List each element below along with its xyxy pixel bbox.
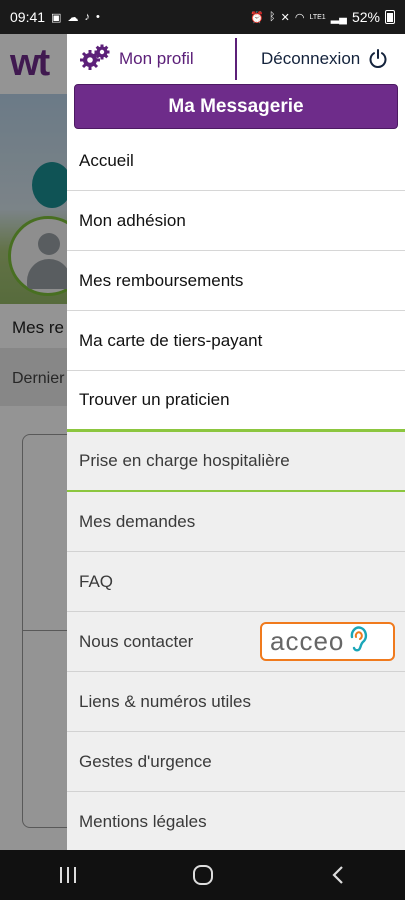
logout-button[interactable]: Déconnexion: [237, 34, 405, 84]
menu-item-label: Accueil: [79, 150, 134, 170]
menu-item-mes-remboursements[interactable]: Mes remboursements: [67, 251, 405, 311]
music-icon: ♪: [84, 11, 90, 23]
recent-apps-icon: [59, 867, 76, 883]
profile-label: Mon profil: [119, 49, 194, 68]
messagerie-button[interactable]: Ma Messagerie: [74, 84, 398, 129]
drawer-top-bar: Mon profil Déconnexion: [67, 34, 405, 84]
alarm-icon: ⏰: [250, 11, 265, 24]
menu-item-mon-adhesion[interactable]: Mon adhésion: [67, 191, 405, 251]
menu-item-label: Mon adhésion: [79, 210, 186, 230]
menu-item-label: Nous contacter: [79, 631, 194, 651]
back-button[interactable]: [308, 855, 368, 895]
acceo-label: acceo: [270, 626, 345, 656]
battery-icon: [385, 10, 395, 24]
mute-icon: ✕: [280, 11, 290, 24]
messagerie-label: Ma Messagerie: [168, 95, 304, 117]
secondary-menu: Prise en charge hospitalière Mes demande…: [67, 432, 405, 850]
dot-icon: •: [95, 11, 100, 23]
menu-item-mes-demandes[interactable]: Mes demandes: [67, 492, 405, 552]
menu-item-gestes-urgence[interactable]: Gestes d'urgence: [67, 732, 405, 792]
profile-link[interactable]: Mon profil: [67, 34, 235, 84]
home-button[interactable]: [173, 855, 233, 895]
system-nav-bar: [0, 850, 405, 900]
cloud-icon: ☁: [67, 11, 79, 24]
gallery-icon: ▣: [51, 11, 62, 24]
menu-item-faq[interactable]: FAQ: [67, 552, 405, 612]
menu-item-carte-tiers-payant[interactable]: Ma carte de tiers-payant: [67, 311, 405, 371]
menu-item-label: Liens & numéros utiles: [79, 691, 251, 711]
menu-item-nous-contacter[interactable]: Nous contacter acceo: [67, 612, 405, 672]
menu-item-mentions-legales[interactable]: Mentions légales: [67, 792, 405, 850]
acceo-button[interactable]: acceo: [260, 622, 395, 661]
menu-item-liens-numeros-utiles[interactable]: Liens & numéros utiles: [67, 672, 405, 732]
menu-item-accueil[interactable]: Accueil: [67, 131, 405, 191]
navigation-drawer: Mon profil Déconnexion Ma Messagerie Acc…: [67, 34, 405, 850]
status-time: 09:41: [10, 9, 46, 25]
menu-item-label: FAQ: [79, 571, 114, 591]
menu-item-prise-en-charge-hospitaliere[interactable]: Prise en charge hospitalière: [67, 432, 405, 492]
wifi-icon: ◠: [294, 11, 305, 24]
back-icon: [331, 866, 343, 884]
menu-item-label: Trouver un praticien: [79, 390, 230, 409]
signal-icon: ▂▄: [330, 11, 347, 24]
power-icon: [368, 49, 388, 69]
menu-item-label: Ma carte de tiers-payant: [79, 330, 263, 350]
logout-label: Déconnexion: [261, 49, 361, 68]
recent-apps-button[interactable]: [38, 855, 98, 895]
gears-icon: [79, 44, 111, 75]
menu-item-label: Mes demandes: [79, 511, 196, 531]
ear-icon: [346, 625, 370, 658]
menu-item-label: Gestes d'urgence: [79, 751, 212, 771]
battery-percent: 52%: [351, 9, 380, 25]
menu-item-label: Mentions légales: [79, 811, 207, 831]
menu-item-trouver-praticien[interactable]: Trouver un praticien: [67, 371, 405, 432]
primary-menu: Accueil Mon adhésion Mes remboursements …: [67, 131, 405, 432]
status-bar: 09:41 ▣ ☁ ♪ • ⏰ ᛒ ✕ ◠ LTE1 ▂▄ 52%: [0, 0, 405, 34]
menu-item-label: Prise en charge hospitalière: [79, 451, 290, 470]
bluetooth-icon: ᛒ: [269, 11, 276, 23]
menu-item-label: Mes remboursements: [79, 270, 244, 290]
home-icon: [192, 865, 213, 885]
network-label: LTE1: [309, 13, 326, 21]
